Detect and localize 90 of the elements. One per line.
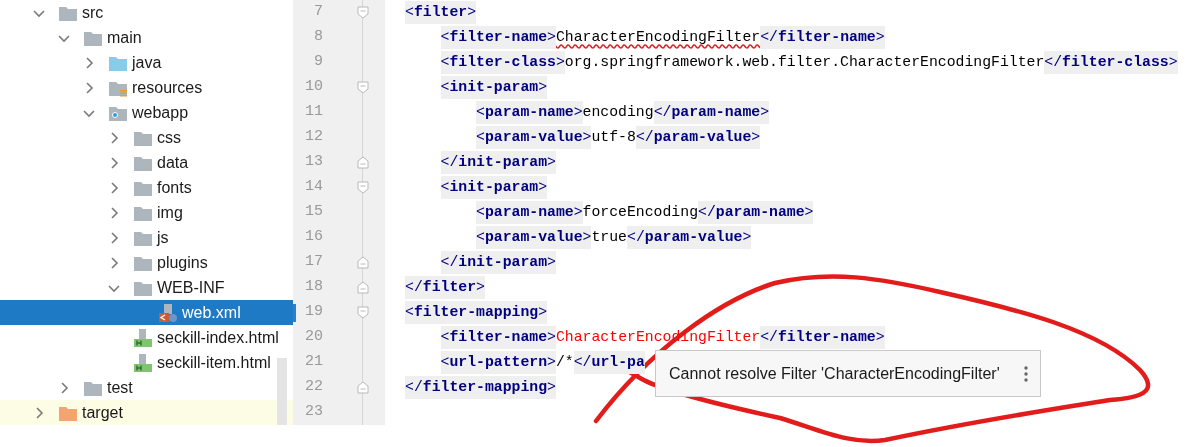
fold-marker-icon[interactable] (357, 256, 369, 269)
line-number: 10 (304, 77, 323, 98)
tree-item[interactable]: seckill-index.html (0, 325, 293, 350)
tree-item[interactable]: css (0, 125, 293, 150)
chevron-right-icon[interactable] (108, 206, 120, 219)
error-message: Cannot resolve Filter 'CharacterEncodingFilter' (669, 363, 1000, 384)
chevron-right-icon[interactable] (108, 231, 120, 244)
xml-tag: <filter-name> (440, 26, 556, 49)
xml-tag: </param-value> (635, 126, 761, 149)
xml-tag: <init-param> (440, 176, 548, 199)
chevron-right-icon[interactable] (108, 256, 120, 269)
fold-marker-icon[interactable] (357, 381, 369, 394)
fold-marker-icon[interactable] (357, 181, 369, 194)
chevron-right-icon[interactable] (33, 406, 45, 419)
html-file-icon (133, 352, 153, 373)
tree-item[interactable]: img (0, 200, 293, 225)
tag-value: /* (555, 353, 574, 373)
line-number: 22 (304, 377, 323, 398)
fold-marker-icon[interactable] (357, 6, 369, 19)
xml-tag: <filter-mapping> (405, 301, 548, 324)
fold-marker-icon[interactable] (357, 281, 369, 294)
line-number: 14 (304, 177, 323, 198)
xml-tag: </filter-name> (760, 26, 885, 49)
chevron-right-icon[interactable] (83, 56, 95, 69)
line-number: 7 (313, 2, 323, 23)
tag-value: CharacterEncodingFilter (555, 28, 761, 48)
tag-value: utf-8 (591, 128, 636, 148)
line-number: 8 (313, 27, 323, 48)
html-file-icon (133, 327, 153, 348)
xml-tag: <param-value> (476, 126, 592, 149)
xml-tag: </filter> (405, 276, 485, 299)
xml-file-icon (158, 302, 178, 323)
tag-value: encoding (582, 103, 654, 123)
xml-tag: <filter-class> (440, 51, 565, 74)
chevron-right-icon[interactable] (108, 156, 120, 169)
xml-tag: <url-pattern> (440, 351, 556, 374)
xml-tag: </filter-name> (760, 326, 885, 349)
tree-item[interactable]: main (0, 25, 293, 50)
chevron-right-icon[interactable] (108, 181, 120, 194)
tree-item[interactable]: WEB-INF (0, 275, 293, 300)
xml-tag: </init-param> (440, 251, 556, 274)
tree-item[interactable]: fonts (0, 175, 293, 200)
xml-tag: </param-name> (698, 201, 814, 224)
fold-marker-icon[interactable] (357, 306, 369, 319)
scrollbar[interactable] (277, 358, 287, 425)
chevron-right-icon[interactable] (58, 381, 70, 394)
xml-tag: <param-name> (476, 201, 583, 224)
tree-item[interactable]: data (0, 150, 293, 175)
tree-item[interactable]: web.xml (0, 300, 293, 325)
line-number: 12 (304, 127, 323, 148)
line-number: 19 (304, 302, 323, 323)
fold-marker-icon[interactable] (357, 156, 369, 169)
xml-tag: </filter-mapping> (405, 376, 556, 399)
chevron-right-icon[interactable] (83, 81, 95, 94)
xml-tag: <filter-name> (440, 326, 556, 349)
line-number: 15 (304, 202, 323, 223)
tree-item[interactable]: test (0, 375, 293, 400)
line-number: 13 (304, 152, 323, 173)
line-number: 16 (304, 227, 323, 248)
line-number: 20 (304, 327, 323, 348)
line-number: 17 (304, 252, 323, 273)
xml-tag: </init-param> (440, 151, 556, 174)
xml-tag: <param-value> (476, 226, 592, 249)
xml-tag: <filter> (405, 1, 477, 24)
tree-item[interactable]: target (0, 400, 293, 425)
tag-value: org.springframework.web.filter.CharacterEncodingFilter (564, 53, 1045, 73)
xml-tag: </filter-class> (1044, 51, 1178, 74)
more-options-icon[interactable] (1024, 365, 1028, 382)
tag-value: true (591, 228, 627, 248)
chevron-right-icon[interactable] (108, 131, 120, 144)
fold-marker-icon[interactable] (357, 81, 369, 94)
change-marker[interactable] (293, 304, 296, 322)
tree-item[interactable]: seckill-item.html (0, 350, 293, 375)
tag-value: forceEncoding (582, 203, 698, 223)
xml-tag: <param-name> (476, 101, 583, 124)
tree-item[interactable]: resources (0, 75, 293, 100)
line-number: 11 (304, 102, 323, 123)
tree-item[interactable]: webapp (0, 100, 293, 125)
line-number: 23 (304, 402, 323, 423)
line-number: 18 (304, 277, 323, 298)
xml-tag: <init-param> (440, 76, 548, 99)
tree-item[interactable]: src (0, 0, 293, 25)
tree-item[interactable]: java (0, 50, 293, 75)
xml-tag: </param-name> (653, 101, 770, 124)
tree-item[interactable]: js (0, 225, 293, 250)
xml-tag: </param-value> (627, 226, 752, 249)
line-number: 9 (313, 52, 323, 73)
xml-tag: </url-pa (573, 351, 645, 374)
line-number: 21 (304, 352, 323, 373)
tree-item[interactable]: plugins (0, 250, 293, 275)
